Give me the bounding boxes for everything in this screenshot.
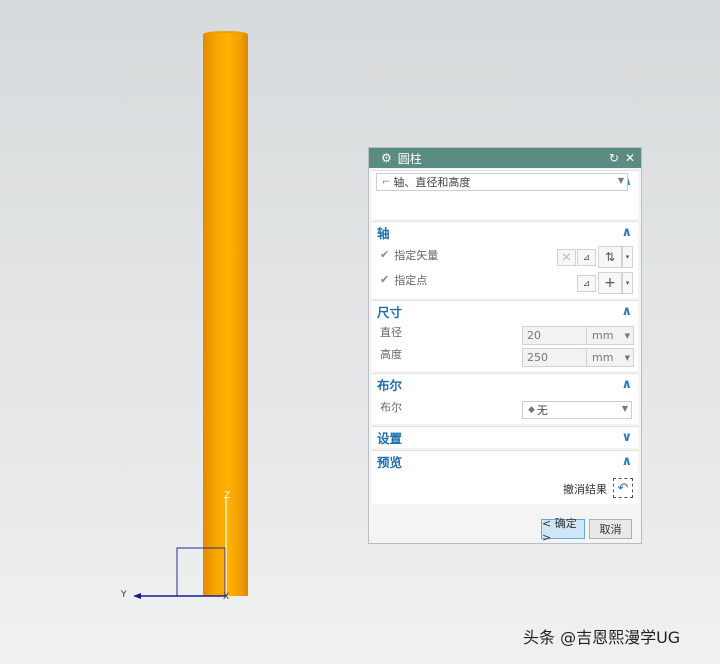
- type-select[interactable]: ⌐ 轴、直径和高度 ▼: [376, 173, 628, 191]
- close-icon[interactable]: ✕: [625, 151, 635, 165]
- preview-section-header[interactable]: 预览 ∧: [372, 451, 638, 471]
- chevron-up-icon[interactable]: ∧: [621, 304, 632, 319]
- preview-section-title: 预览: [377, 454, 403, 470]
- point-dialog-button[interactable]: ⊿: [577, 275, 596, 292]
- dimensions-section-title: 尺寸: [377, 304, 403, 320]
- axis-section: 轴 ∧ ✔ 指定矢量 ⤫ ⊿ ⇅ ▾ ✔ 指定点 ⊿ + ▾: [372, 221, 638, 298]
- reverse-direction-button[interactable]: ⤫: [557, 249, 576, 266]
- chevron-down-icon: ▼: [621, 404, 628, 413]
- gear-icon: ⚙: [381, 151, 392, 165]
- check-icon: ✔: [380, 273, 390, 286]
- point-type-button[interactable]: +: [598, 272, 622, 294]
- settings-section-header[interactable]: 设置 ∨: [372, 427, 638, 447]
- chevron-down-icon[interactable]: ∨: [621, 430, 632, 445]
- y-axis-label: Y: [121, 590, 127, 600]
- x-axis-label: X: [223, 592, 230, 602]
- check-icon: ✔: [380, 248, 390, 261]
- vector-dialog-button[interactable]: ⊿: [577, 249, 596, 266]
- axis-type-icon: ⌐: [382, 176, 391, 188]
- boolean-section-header[interactable]: 布尔 ∧: [372, 374, 638, 394]
- cancel-button[interactable]: 取消: [589, 519, 632, 539]
- y-axis-arrow: [133, 593, 141, 599]
- cylinder-body[interactable]: [203, 33, 248, 596]
- diameter-unit: mm: [592, 329, 614, 342]
- undo-result-button[interactable]: ↶: [613, 478, 633, 498]
- height-unit-select[interactable]: mm ▼: [586, 348, 634, 367]
- boolean-section: 布尔 ∧ 布尔 ◆ 无 ▼: [372, 373, 638, 424]
- chevron-down-icon: ▼: [624, 331, 630, 340]
- dimensions-section-header[interactable]: 尺寸 ∧: [372, 301, 638, 321]
- boolean-select-value: 无: [536, 404, 548, 417]
- dialog-title: 圆柱: [397, 151, 422, 166]
- height-value: 250: [527, 351, 548, 364]
- chevron-up-icon[interactable]: ∧: [621, 225, 632, 240]
- cylinder-dialog: ⚙ 圆柱 ↻ ✕ 类型 ∧ ⌐ 轴、直径和高度 ▼ 轴 ∧ ✔ 指定矢量 ⤫ ⊿…: [368, 147, 642, 544]
- height-unit: mm: [592, 351, 614, 364]
- chevron-up-icon[interactable]: ∧: [621, 377, 632, 392]
- undo-result-label: 撤消结果: [563, 483, 607, 496]
- chevron-down-icon: ▼: [624, 353, 630, 362]
- reset-icon[interactable]: ↻: [609, 151, 619, 165]
- settings-section-title: 设置: [377, 430, 403, 446]
- axis-section-header[interactable]: 轴 ∧: [372, 222, 638, 242]
- axis-section-title: 轴: [377, 225, 390, 241]
- boolean-none-icon: ◆: [528, 405, 535, 415]
- specify-vector-label: 指定矢量: [394, 248, 439, 262]
- height-label: 高度: [380, 348, 402, 361]
- dimensions-section: 尺寸 ∧ 直径 20 mm ▼ 高度 250 mm ▼: [372, 300, 638, 371]
- boolean-select[interactable]: ◆ 无 ▼: [522, 401, 632, 419]
- diameter-value: 20: [527, 329, 541, 342]
- boolean-label: 布尔: [380, 400, 402, 414]
- ok-button[interactable]: < 确定 >: [541, 517, 585, 544]
- preview-section: 预览 ∧ 撤消结果 ↶: [372, 450, 638, 504]
- settings-section: 设置 ∨: [372, 426, 638, 448]
- watermark: 头条 @吉恩熙漫学UG: [523, 628, 681, 647]
- vector-type-dropdown[interactable]: ▾: [622, 246, 633, 268]
- type-select-value: 轴、直径和高度: [393, 176, 471, 189]
- point-type-dropdown[interactable]: ▾: [622, 272, 633, 294]
- height-input[interactable]: 250: [522, 348, 588, 367]
- type-section: 类型 ∧ ⌐ 轴、直径和高度 ▼: [372, 170, 638, 219]
- vector-type-button[interactable]: ⇅: [598, 246, 622, 268]
- dialog-titlebar[interactable]: ⚙ 圆柱 ↻ ✕: [369, 148, 641, 168]
- chevron-up-icon[interactable]: ∧: [621, 454, 632, 469]
- specify-point-label: 指定点: [394, 273, 428, 287]
- diameter-label: 直径: [380, 326, 402, 339]
- chevron-down-icon: ▼: [617, 176, 624, 185]
- boolean-section-title: 布尔: [377, 377, 403, 393]
- z-axis-label: Z: [224, 491, 231, 501]
